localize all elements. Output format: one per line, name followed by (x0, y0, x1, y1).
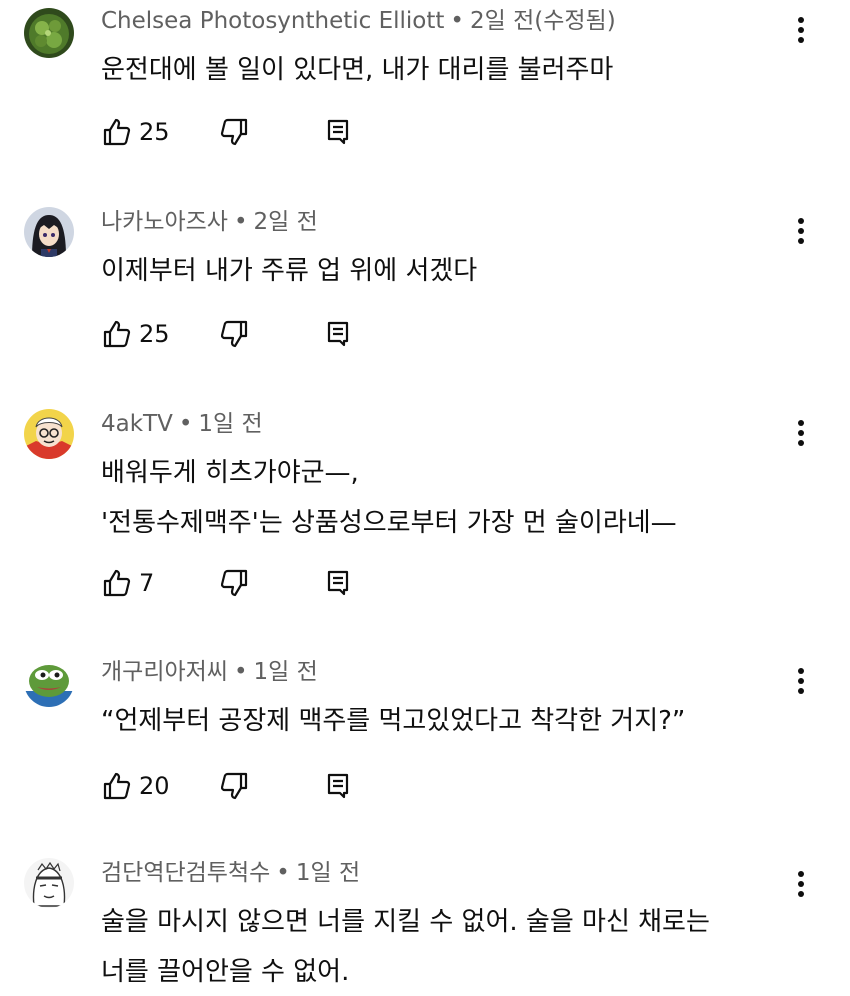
reply-button[interactable] (323, 316, 355, 352)
kebab-icon (798, 420, 804, 446)
comment-line: '전통수제맥주'는 상품성으로부터 가장 먼 술이라네— (101, 508, 677, 538)
dislike-button[interactable] (218, 316, 250, 352)
comment-time[interactable]: 2일 전 (254, 209, 318, 235)
avatar[interactable] (24, 207, 74, 257)
comment-line: 너를 끌어안을 수 없어. (101, 957, 350, 987)
comment-text: 이제부터 내가 주류 업 위에 서겠다 (101, 249, 477, 293)
like-button[interactable]: 7 (101, 565, 154, 601)
meta-separator: • (233, 209, 248, 235)
comment-time[interactable]: 2일 전(수정됨) (470, 8, 616, 34)
avatar[interactable] (24, 409, 74, 459)
reply-button[interactable] (323, 114, 355, 150)
reply-button[interactable] (323, 565, 355, 601)
kebab-icon (798, 17, 804, 43)
more-options-button[interactable] (788, 866, 814, 902)
anime-girl-avatar-icon (24, 207, 74, 257)
comment-line: 운전대에 볼 일이 있다면, 내가 대리를 불러주마 (101, 55, 614, 85)
thumbs-down-icon (220, 772, 248, 800)
kebab-icon (798, 668, 804, 694)
pepe-frog-avatar-icon (24, 657, 74, 707)
like-count: 25 (139, 320, 170, 348)
green-ball-avatar-icon (24, 8, 74, 58)
avatar[interactable] (24, 8, 74, 58)
more-options-button[interactable] (788, 213, 814, 249)
reply-button[interactable] (323, 768, 355, 804)
comment-author[interactable]: Chelsea Photosynthetic Elliott (101, 8, 444, 34)
like-count: 20 (139, 772, 170, 800)
more-options-button[interactable] (788, 415, 814, 451)
like-button[interactable]: 20 (101, 768, 170, 804)
comment-line: 술을 마시지 않으면 너를 지킬 수 없어. 술을 마신 채로는 (101, 907, 710, 937)
like-count: 7 (139, 569, 155, 597)
meta-separator: • (178, 411, 193, 437)
comment-meta: 나카노아즈사 • 2일 전 (101, 207, 318, 237)
reply-icon (327, 321, 349, 347)
comment-time[interactable]: 1일 전 (296, 860, 360, 886)
comment-line: 이제부터 내가 주류 업 위에 서겠다 (101, 256, 478, 286)
thumbs-down-icon (220, 569, 248, 597)
reply-icon (327, 773, 349, 799)
cartoon-face-avatar-icon (24, 409, 74, 459)
avatar[interactable] (24, 657, 74, 707)
comment-author[interactable]: 4akTV (101, 411, 173, 437)
kebab-icon (798, 871, 804, 897)
like-button[interactable]: 25 (101, 316, 170, 352)
more-options-button[interactable] (788, 12, 814, 48)
reply-icon (327, 119, 349, 145)
manga-sketch-avatar-icon (24, 858, 74, 908)
dislike-button[interactable] (218, 768, 250, 804)
comment-line: 배워두게 히츠가야군—, (101, 458, 359, 488)
kebab-icon (798, 218, 804, 244)
thumbs-up-icon (103, 569, 131, 597)
thumbs-down-icon (220, 320, 248, 348)
thumbs-up-icon (103, 118, 131, 146)
comment-meta: 검단역단검투척수 • 1일 전 (101, 858, 360, 888)
comment-time[interactable]: 1일 전 (254, 659, 318, 685)
thumbs-down-icon (220, 118, 248, 146)
avatar[interactable] (24, 858, 74, 908)
comment-author[interactable]: 개구리아저씨 (101, 659, 228, 685)
thumbs-up-icon (103, 772, 131, 800)
like-count: 25 (139, 118, 170, 146)
comment-meta: 4akTV • 1일 전 (101, 409, 263, 439)
comment-meta: Chelsea Photosynthetic Elliott • 2일 전(수정됨) (101, 6, 616, 36)
more-options-button[interactable] (788, 663, 814, 699)
comment-author[interactable]: 나카노아즈사 (101, 209, 228, 235)
meta-separator: • (276, 860, 290, 886)
dislike-button[interactable] (218, 114, 250, 150)
comment-line: “언제부터 공장제 맥주를 먹고있었다고 착각한 거지?” (101, 706, 686, 736)
like-button[interactable]: 25 (101, 114, 170, 150)
meta-separator: • (233, 659, 248, 685)
meta-separator: • (450, 8, 464, 34)
comment-text: “언제부터 공장제 맥주를 먹고있었다고 착각한 거지?” (101, 699, 685, 743)
comment-meta: 개구리아저씨 • 1일 전 (101, 657, 318, 687)
thumbs-up-icon (103, 320, 131, 348)
reply-icon (327, 570, 349, 596)
comment-text: 배워두게 히츠가야군—, '전통수제맥주'는 상품성으로부터 가장 먼 술이라네… (101, 451, 677, 545)
comment-author[interactable]: 검단역단검투척수 (101, 860, 270, 886)
comment-text: 운전대에 볼 일이 있다면, 내가 대리를 불러주마 (101, 48, 613, 92)
comment-time[interactable]: 1일 전 (198, 411, 262, 437)
comment-text: 술을 마시지 않으면 너를 지킬 수 없어. 술을 마신 채로는 너를 끌어안을… (101, 900, 710, 994)
dislike-button[interactable] (218, 565, 250, 601)
